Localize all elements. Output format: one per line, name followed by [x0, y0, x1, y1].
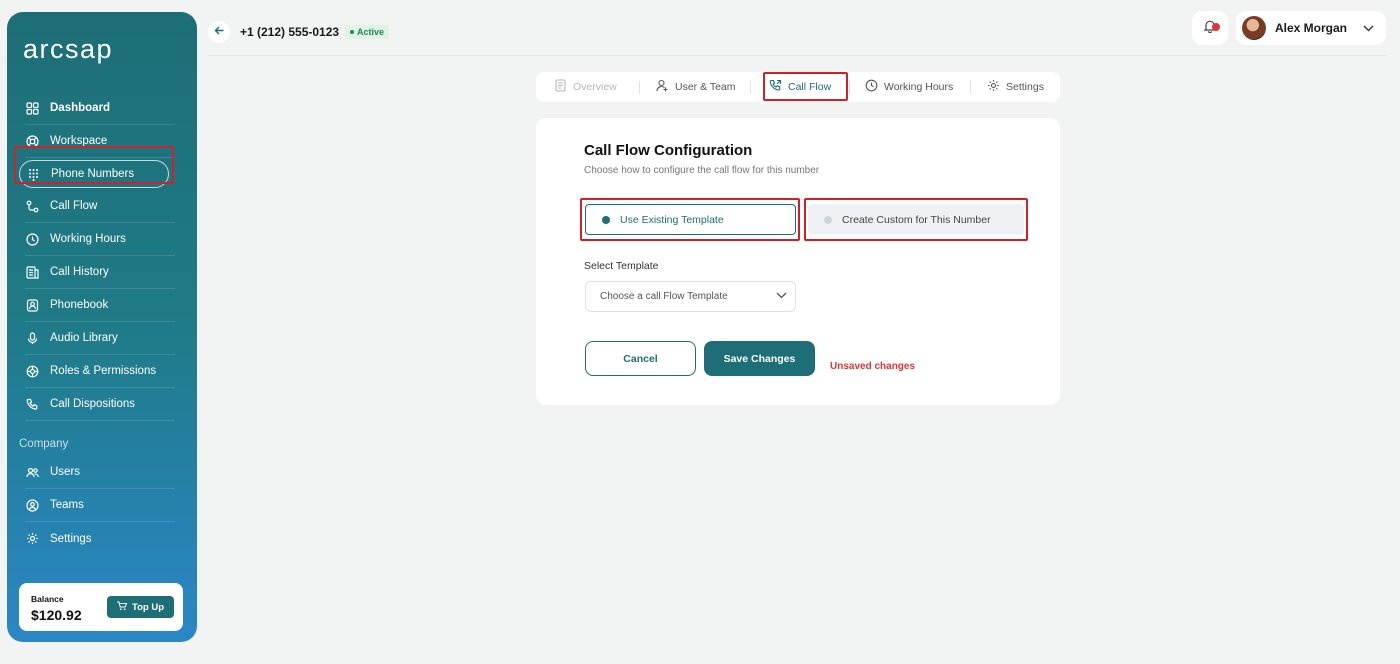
tab-divider — [849, 81, 850, 94]
sidebar-item-call-dispositions[interactable]: Call Dispositions — [25, 388, 175, 421]
sidebar-item-phonebook[interactable]: Phonebook — [25, 289, 175, 322]
notifications-button[interactable] — [1192, 11, 1228, 45]
dashboard-icon — [25, 101, 39, 115]
sidebar-item-teams[interactable]: Teams — [25, 489, 175, 522]
highlight-option-existing — [580, 198, 800, 241]
select-template-label: Select Template — [584, 260, 659, 272]
balance-label: Balance — [31, 594, 64, 604]
phonebook-icon — [25, 298, 39, 312]
gear-icon — [25, 532, 39, 546]
sidebar-item-call-history[interactable]: Call History — [25, 256, 175, 289]
arrow-left-icon — [214, 23, 225, 41]
page-title: +1 (212) 555-0123 — [240, 25, 340, 39]
select-placeholder: Choose a call Flow Template — [600, 291, 728, 302]
tab-overview[interactable]: Overview — [554, 72, 617, 102]
sidebar-item-label: Working Hours — [50, 233, 126, 245]
tab-divider — [639, 81, 640, 94]
top-up-button[interactable]: Top Up — [107, 596, 174, 618]
chevron-down-icon — [1363, 19, 1374, 37]
sidebar-item-call-flow[interactable]: Call Flow — [25, 190, 175, 223]
sidebar-item-roles-permissions[interactable]: Roles & Permissions — [25, 355, 175, 388]
phone-icon — [25, 397, 39, 411]
user-name: Alex Morgan — [1275, 21, 1348, 35]
highlight-option-custom — [804, 198, 1028, 241]
highlight-tab-call-flow — [763, 72, 848, 101]
tab-label: Overview — [573, 81, 617, 93]
tab-working-hours[interactable]: Working Hours — [865, 72, 953, 102]
teams-icon — [25, 498, 39, 512]
tab-divider — [970, 81, 971, 94]
sidebar-item-label: Phonebook — [50, 299, 109, 311]
status-dot-icon — [350, 30, 354, 34]
save-changes-button[interactable]: Save Changes — [704, 341, 815, 376]
sidebar-item-label: Call Flow — [50, 200, 98, 212]
tab-settings[interactable]: Settings — [987, 72, 1044, 102]
sidebar-item-dashboard[interactable]: Dashboard — [25, 92, 175, 125]
sidebar-item-working-hours[interactable]: Working Hours — [25, 223, 175, 256]
status-label: Active — [357, 27, 385, 37]
sidebar-item-label: Audio Library — [50, 332, 118, 344]
call-flow-card: Call Flow Configuration Choose how to co… — [536, 118, 1060, 405]
highlight-phone-numbers — [14, 146, 174, 184]
clock-icon — [25, 232, 39, 246]
user-icon — [656, 79, 669, 95]
header-divider — [208, 55, 1386, 56]
user-menu[interactable]: Alex Morgan — [1236, 11, 1386, 45]
sidebar-item-label: Settings — [50, 532, 92, 545]
cart-icon — [116, 601, 128, 614]
tab-label: Working Hours — [884, 81, 954, 93]
balance-value: $120.92 — [31, 607, 82, 623]
balance-card: Balance $120.92 Top Up — [19, 583, 183, 631]
tab-divider — [750, 81, 751, 94]
mic-icon — [25, 331, 39, 345]
call-flow-icon — [25, 199, 39, 213]
back-button[interactable] — [208, 21, 230, 43]
status-badge: Active — [345, 25, 390, 39]
card-subtitle: Choose how to configure the call flow fo… — [584, 165, 820, 176]
notification-badge — [1212, 23, 1220, 31]
sidebar-nav: Dashboard Workspace Phone Numbers Call F… — [19, 92, 175, 421]
template-select[interactable]: Choose a call Flow Template — [585, 281, 796, 312]
sidebar-item-settings[interactable]: Settings — [25, 522, 175, 555]
unsaved-changes-text: Unsaved changes — [830, 361, 916, 372]
sidebar-item-label: Dashboard — [50, 102, 111, 114]
sidebar-item-users[interactable]: Users — [25, 456, 175, 489]
avatar — [1242, 16, 1266, 40]
shield-icon — [25, 364, 39, 378]
sidebar-item-label: Roles & Permissions — [50, 365, 157, 377]
sidebar-item-label: Call Dispositions — [50, 398, 136, 410]
sidebar-item-label: Teams — [50, 499, 84, 511]
users-icon — [25, 465, 39, 479]
gear-icon — [987, 79, 1000, 95]
sidebar-item-label: Users — [50, 466, 81, 478]
section-label-company: Company — [19, 438, 69, 450]
tab-user-team[interactable]: User & Team — [656, 72, 736, 102]
cancel-button[interactable]: Cancel — [585, 341, 696, 376]
sidebar: arcsap Dashboard Workspace Phone Numbers… — [7, 12, 197, 642]
logo: arcsap — [23, 34, 114, 64]
clock-icon — [865, 79, 878, 95]
tab-label: Settings — [1006, 81, 1044, 93]
top-up-label: Top Up — [131, 601, 164, 613]
sidebar-company-nav: Users Teams Settings — [19, 456, 175, 555]
history-icon — [25, 265, 39, 279]
tab-label: User & Team — [675, 81, 736, 93]
sidebar-item-audio-library[interactable]: Audio Library — [25, 322, 175, 355]
chevron-down-icon — [776, 291, 787, 302]
sidebar-item-label: Call History — [50, 266, 109, 278]
document-icon — [554, 79, 567, 95]
card-title: Call Flow Configuration — [584, 142, 753, 159]
